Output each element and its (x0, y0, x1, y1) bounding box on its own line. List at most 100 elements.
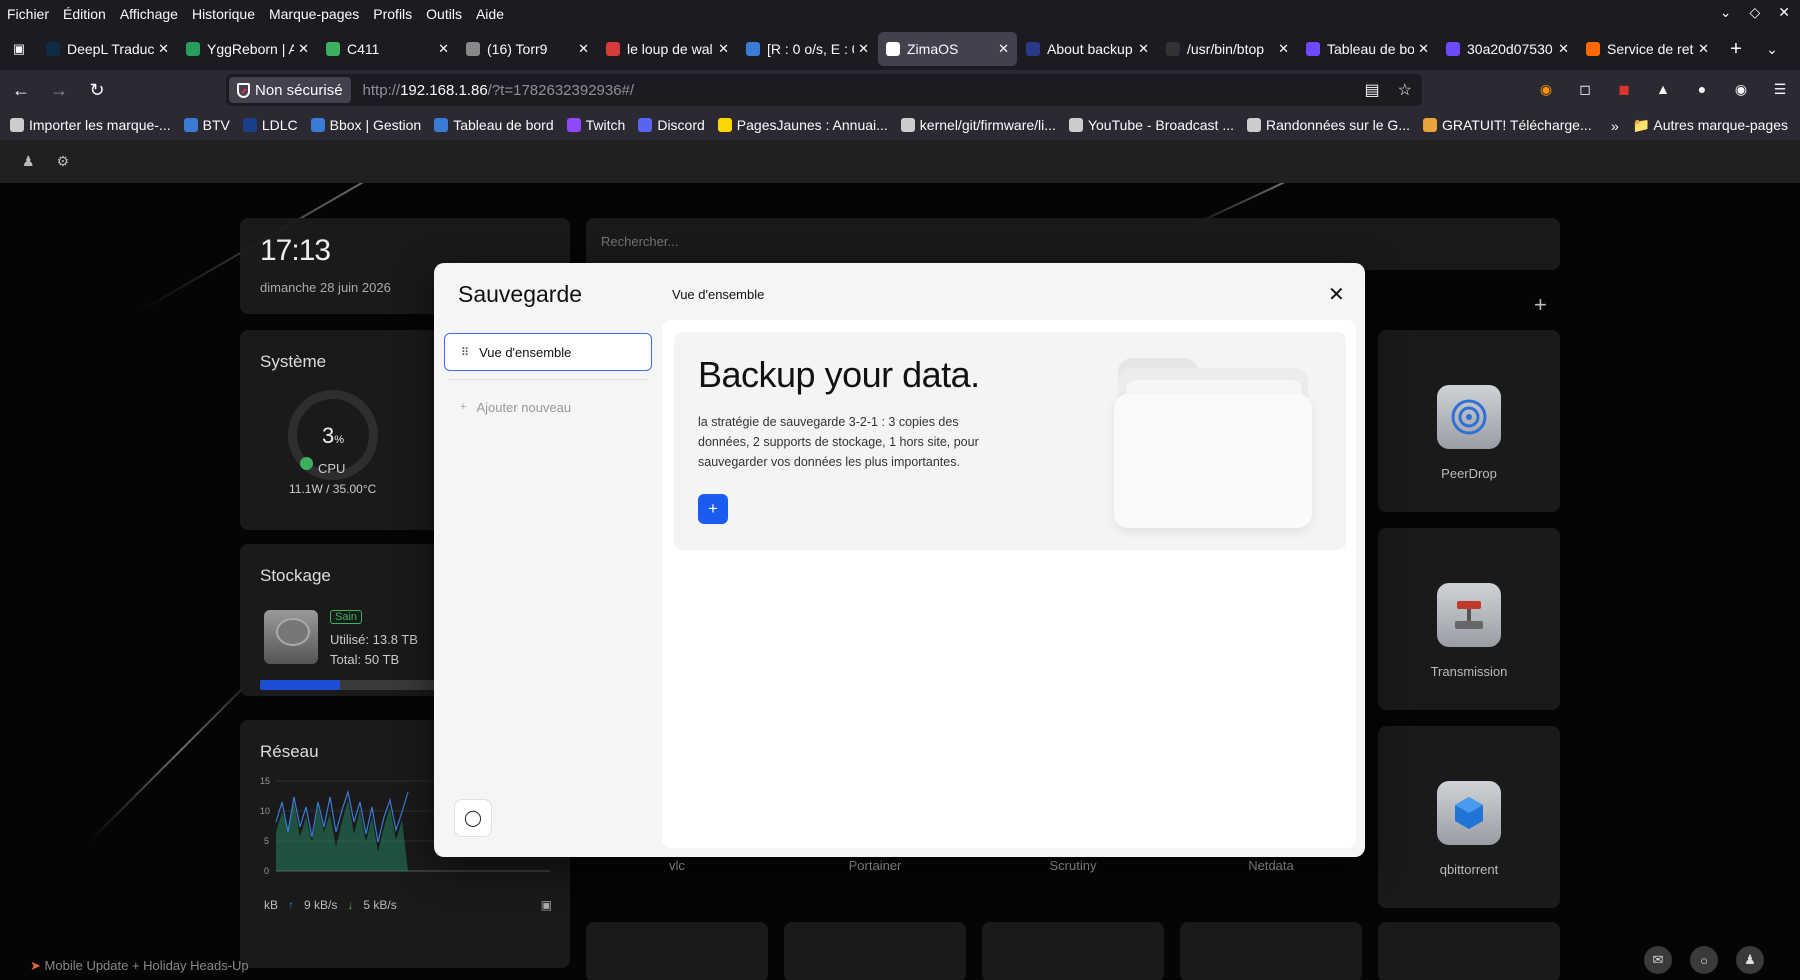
ublock-icon[interactable]: ◼ (1614, 79, 1634, 99)
menu-edition[interactable]: Édition (56, 6, 113, 22)
tab-list-icon[interactable]: ▣ (0, 28, 38, 70)
bookmark-item[interactable]: Twitch (566, 117, 625, 133)
close-icon[interactable]: ✕ (1328, 285, 1345, 305)
sidebar-item-overview[interactable]: ⠿ Vue d'ensemble (444, 333, 652, 371)
tab-close-icon[interactable]: ✕ (998, 41, 1009, 57)
chevron-right-icon[interactable]: » (1611, 118, 1619, 134)
close-window-icon[interactable]: ✕ (1778, 4, 1790, 21)
mail-icon[interactable]: ✉ (1644, 946, 1672, 974)
tab[interactable]: Service de ret ✕ (1578, 32, 1717, 66)
user-icon[interactable]: ♟ (22, 153, 35, 170)
app-tile[interactable] (1180, 922, 1362, 980)
bookmark-item[interactable]: Importer les marque-... (10, 117, 171, 133)
tab-close-icon[interactable]: ✕ (578, 41, 589, 57)
extension-icon[interactable]: ▲ (1653, 79, 1673, 99)
app-tile[interactable] (586, 922, 768, 980)
tab[interactable]: ZimaOS ✕ (878, 32, 1017, 66)
extension-circle-icon[interactable]: ◉ (1731, 79, 1751, 99)
security-badge[interactable]: Non sécurisé (229, 77, 351, 103)
back-icon[interactable]: ← (4, 74, 38, 106)
menu-aide[interactable]: Aide (469, 6, 511, 22)
tab[interactable]: About backup ✕ (1018, 32, 1157, 66)
sidebar-item-add-new[interactable]: + Ajouter nouveau (444, 388, 652, 426)
reader-mode-icon[interactable]: ▤ (1365, 80, 1380, 100)
tab[interactable]: le loup de wal ✕ (598, 32, 737, 66)
bookmark-item[interactable]: BTV (183, 117, 230, 133)
tab-close-icon[interactable]: ✕ (438, 41, 449, 57)
notice-banner[interactable]: ➤ Mobile Update + Holiday Heads-Up (30, 958, 249, 974)
tab[interactable]: DeepL Traduc ✕ (38, 32, 177, 66)
tab[interactable]: C411 ✕ (318, 32, 457, 66)
modal-title: Sauvegarde (458, 281, 583, 307)
bookmark-item[interactable]: Tableau de bord (434, 117, 554, 133)
lightbulb-icon[interactable]: ◯ (454, 799, 492, 837)
other-bookmarks[interactable]: 📁 Autres marque-pages (1633, 117, 1788, 134)
extensions-puzzle-icon[interactable]: ◻ (1575, 79, 1595, 99)
tab-close-icon[interactable]: ✕ (718, 41, 729, 57)
chat-icon[interactable]: ○ (1690, 946, 1718, 974)
tab-close-icon[interactable]: ✕ (1558, 41, 1569, 57)
app-transmission[interactable]: Transmission (1378, 528, 1560, 710)
firefox-account-icon[interactable]: ◉ (1536, 79, 1556, 99)
menu-outils[interactable]: Outils (419, 6, 469, 22)
hamburger-menu-icon[interactable]: ☰ (1770, 79, 1790, 99)
tab[interactable]: YggReborn | A ✕ (178, 32, 317, 66)
bookmark-item[interactable]: YouTube - Broadcast ... (1068, 117, 1234, 133)
backup-icon (1026, 42, 1040, 56)
bookmark-item[interactable]: Bbox | Gestion (310, 117, 421, 133)
tab-close-icon[interactable]: ✕ (1698, 41, 1709, 57)
bookmark-item[interactable]: PagesJaunes : Annuai... (717, 117, 888, 133)
menu-affichage[interactable]: Affichage (113, 6, 185, 22)
sidebar-item-label: Vue d'ensemble (479, 344, 572, 360)
app-tile[interactable] (784, 922, 966, 980)
tab[interactable]: Tableau de bo ✕ (1298, 32, 1437, 66)
url-text[interactable]: http://192.168.1.86/?t=1782632392936#/ (363, 82, 635, 99)
tab-close-icon[interactable]: ✕ (1418, 41, 1429, 57)
menu-marque-pages[interactable]: Marque-pages (262, 6, 366, 22)
tab[interactable]: /usr/bin/btop ✕ (1158, 32, 1297, 66)
app-scrutiny-label[interactable]: Scrutiny (982, 858, 1164, 873)
extension-dot-icon[interactable]: ● (1692, 79, 1712, 99)
app-peerdrop[interactable]: PeerDrop (1378, 330, 1560, 512)
reload-icon[interactable]: ↻ (80, 74, 114, 106)
menu-historique[interactable]: Historique (185, 6, 262, 22)
app-tile[interactable] (1378, 922, 1560, 980)
menu-fichier[interactable]: Fichier (0, 6, 56, 22)
account-icon[interactable]: ♟ (1736, 946, 1764, 974)
restore-icon[interactable]: ◇ (1749, 4, 1760, 21)
tab[interactable]: 30a20d07530 ✕ (1438, 32, 1577, 66)
app-netdata-label[interactable]: Netdata (1180, 858, 1362, 873)
app-portainer-label[interactable]: Portainer (784, 858, 966, 873)
tab-close-icon[interactable]: ✕ (1138, 41, 1149, 57)
tab[interactable]: [R : 0 o/s, E : 0 ✕ (738, 32, 877, 66)
bookmark-star-icon[interactable]: ☆ (1398, 80, 1412, 100)
bookmark-item[interactable]: Discord (638, 117, 705, 133)
settings-gear-icon[interactable]: ⚙ (57, 153, 70, 170)
bookmark-item[interactable]: Randonnées sur le G... (1247, 117, 1410, 133)
app-vlc-label[interactable]: vlc (586, 858, 768, 873)
peerdrop-icon (1437, 385, 1501, 449)
app-qbittorrent[interactable]: qbittorrent (1378, 726, 1560, 908)
app-tile[interactable] (982, 922, 1164, 980)
tab-close-icon[interactable]: ✕ (158, 41, 169, 57)
ygg-icon (186, 42, 200, 56)
tab[interactable]: (16) Torr9 ✕ (458, 32, 597, 66)
add-backup-button[interactable]: + (698, 494, 728, 524)
minimize-icon[interactable]: ⌄ (1720, 4, 1732, 21)
network-expand-icon[interactable]: ▣ (541, 898, 552, 912)
add-app-icon[interactable]: + (1534, 292, 1547, 318)
hero-title: Backup your data. (698, 354, 980, 395)
bookmark-item[interactable]: GRATUIT! Télécharge... (1423, 117, 1592, 133)
list-all-tabs-icon[interactable]: ⌄ (1754, 41, 1790, 58)
forward-icon[interactable]: → (42, 74, 76, 106)
search-input[interactable] (601, 234, 1501, 249)
bookmark-item[interactable]: LDLC (242, 117, 298, 133)
tab-close-icon[interactable]: ✕ (858, 41, 869, 57)
menu-profils[interactable]: Profils (366, 6, 419, 22)
tab-label: (16) Torr9 (487, 41, 548, 57)
url-bar[interactable]: Non sécurisé http://192.168.1.86/?t=1782… (226, 74, 1422, 106)
tab-close-icon[interactable]: ✕ (1278, 41, 1289, 57)
tab-close-icon[interactable]: ✕ (298, 41, 309, 57)
bookmark-item[interactable]: kernel/git/firmware/li... (900, 117, 1056, 133)
new-tab-icon[interactable]: + (1718, 38, 1754, 61)
